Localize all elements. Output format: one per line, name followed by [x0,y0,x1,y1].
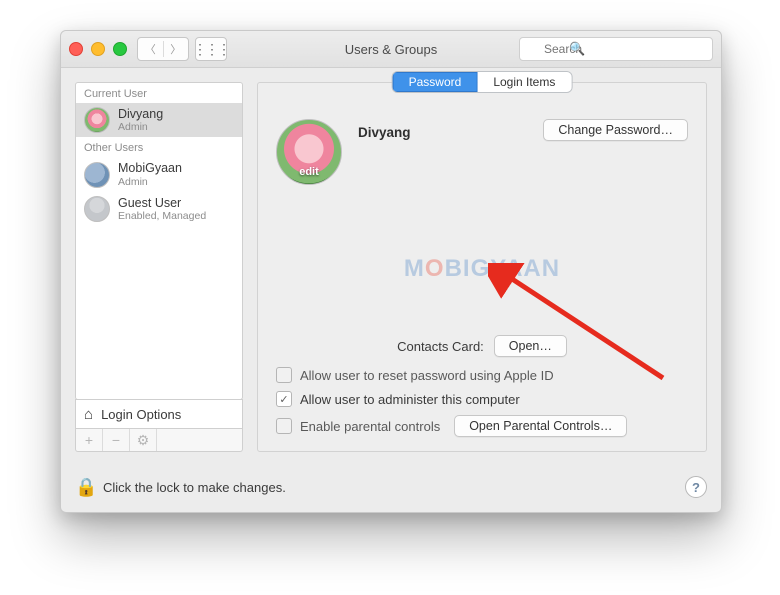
chevron-left-icon: 〈 [145,41,156,57]
watermark: MOBIGYAAN [404,255,560,283]
home-icon: ⌂ [84,406,93,423]
list-header-other: Other Users [76,137,242,157]
actions-button[interactable]: ⚙ [130,429,157,451]
zoom-icon[interactable] [113,42,127,56]
checkbox-parental[interactable] [276,418,292,434]
user-name-label: Guest User [118,196,206,210]
sidebar: Current User Divyang Admin Other Users M… [75,82,243,452]
label-reset-appleid: Allow user to reset password using Apple… [300,368,554,383]
nav-back-forward: 〈 〉 [137,37,189,61]
add-user-button[interactable]: + [76,429,103,451]
minus-icon: − [112,432,120,448]
main-panel: Password Login Items edit Divyang Change… [257,82,707,452]
label-parental: Enable parental controls [300,419,440,434]
titlebar: 〈 〉 ⋮⋮⋮ Users & Groups 🔍 [61,31,721,68]
chevron-right-icon: 〉 [170,41,181,57]
change-password-button[interactable]: Change Password… [543,119,688,141]
row-admin: Allow user to administer this computer [276,391,688,407]
user-role-label: Admin [118,121,163,133]
contacts-card-row: Contacts Card: Open… [276,335,688,357]
avatar-icon [84,162,110,188]
close-icon[interactable] [69,42,83,56]
silhouette-icon [84,196,110,222]
user-name-label: Divyang [118,107,163,121]
tab-password[interactable]: Password [393,72,478,92]
tab-bar: Password Login Items [393,72,572,92]
remove-user-button[interactable]: − [103,429,130,451]
login-options-button[interactable]: ⌂ Login Options [75,399,243,429]
user-row-guest[interactable]: Guest User Enabled, Managed [76,192,242,226]
search-input[interactable] [519,37,713,61]
traffic-lights [69,42,127,56]
user-list: Current User Divyang Admin Other Users M… [75,82,243,400]
footer: 🔒 Click the lock to make changes. ? [61,466,721,512]
label-admin: Allow user to administer this computer [300,392,520,407]
list-header-current: Current User [76,83,242,103]
user-row-other[interactable]: MobiGyaan Admin [76,157,242,191]
user-row-current[interactable]: Divyang Admin [76,103,242,137]
user-name-label: MobiGyaan [118,161,182,175]
hero-user-name: Divyang [358,125,411,140]
user-avatar[interactable]: edit [276,119,342,185]
lock-hint-text: Click the lock to make changes. [103,480,286,495]
show-all-button[interactable]: ⋮⋮⋮ [195,37,227,61]
open-parental-controls-button[interactable]: Open Parental Controls… [454,415,627,437]
forward-button[interactable]: 〉 [163,41,189,57]
avatar-icon [84,107,110,133]
tab-login-items[interactable]: Login Items [477,72,571,92]
login-options-label: Login Options [101,407,181,422]
contacts-card-label: Contacts Card: [397,339,484,354]
checkbox-reset-appleid[interactable] [276,367,292,383]
back-button[interactable]: 〈 [138,41,163,57]
user-role-label: Enabled, Managed [118,210,206,222]
help-button[interactable]: ? [685,476,707,498]
open-contacts-button[interactable]: Open… [494,335,567,357]
plus-icon: + [85,432,93,448]
gear-icon: ⚙ [137,432,150,449]
search-wrap: 🔍 [519,37,713,61]
avatar-edit-label: edit [299,166,319,184]
checkbox-admin[interactable] [276,391,292,407]
user-role-label: Admin [118,176,182,188]
minimize-icon[interactable] [91,42,105,56]
row-reset-appleid: Allow user to reset password using Apple… [276,367,688,383]
preferences-window: 〈 〉 ⋮⋮⋮ Users & Groups 🔍 Current User Di… [60,30,722,513]
list-controls: + − ⚙ [75,429,243,452]
lock-icon[interactable]: 🔒 [75,477,93,498]
grid-icon: ⋮⋮⋮ [193,41,229,58]
user-hero: edit Divyang Change Password… [276,119,688,185]
row-parental: Enable parental controls Open Parental C… [276,415,688,437]
